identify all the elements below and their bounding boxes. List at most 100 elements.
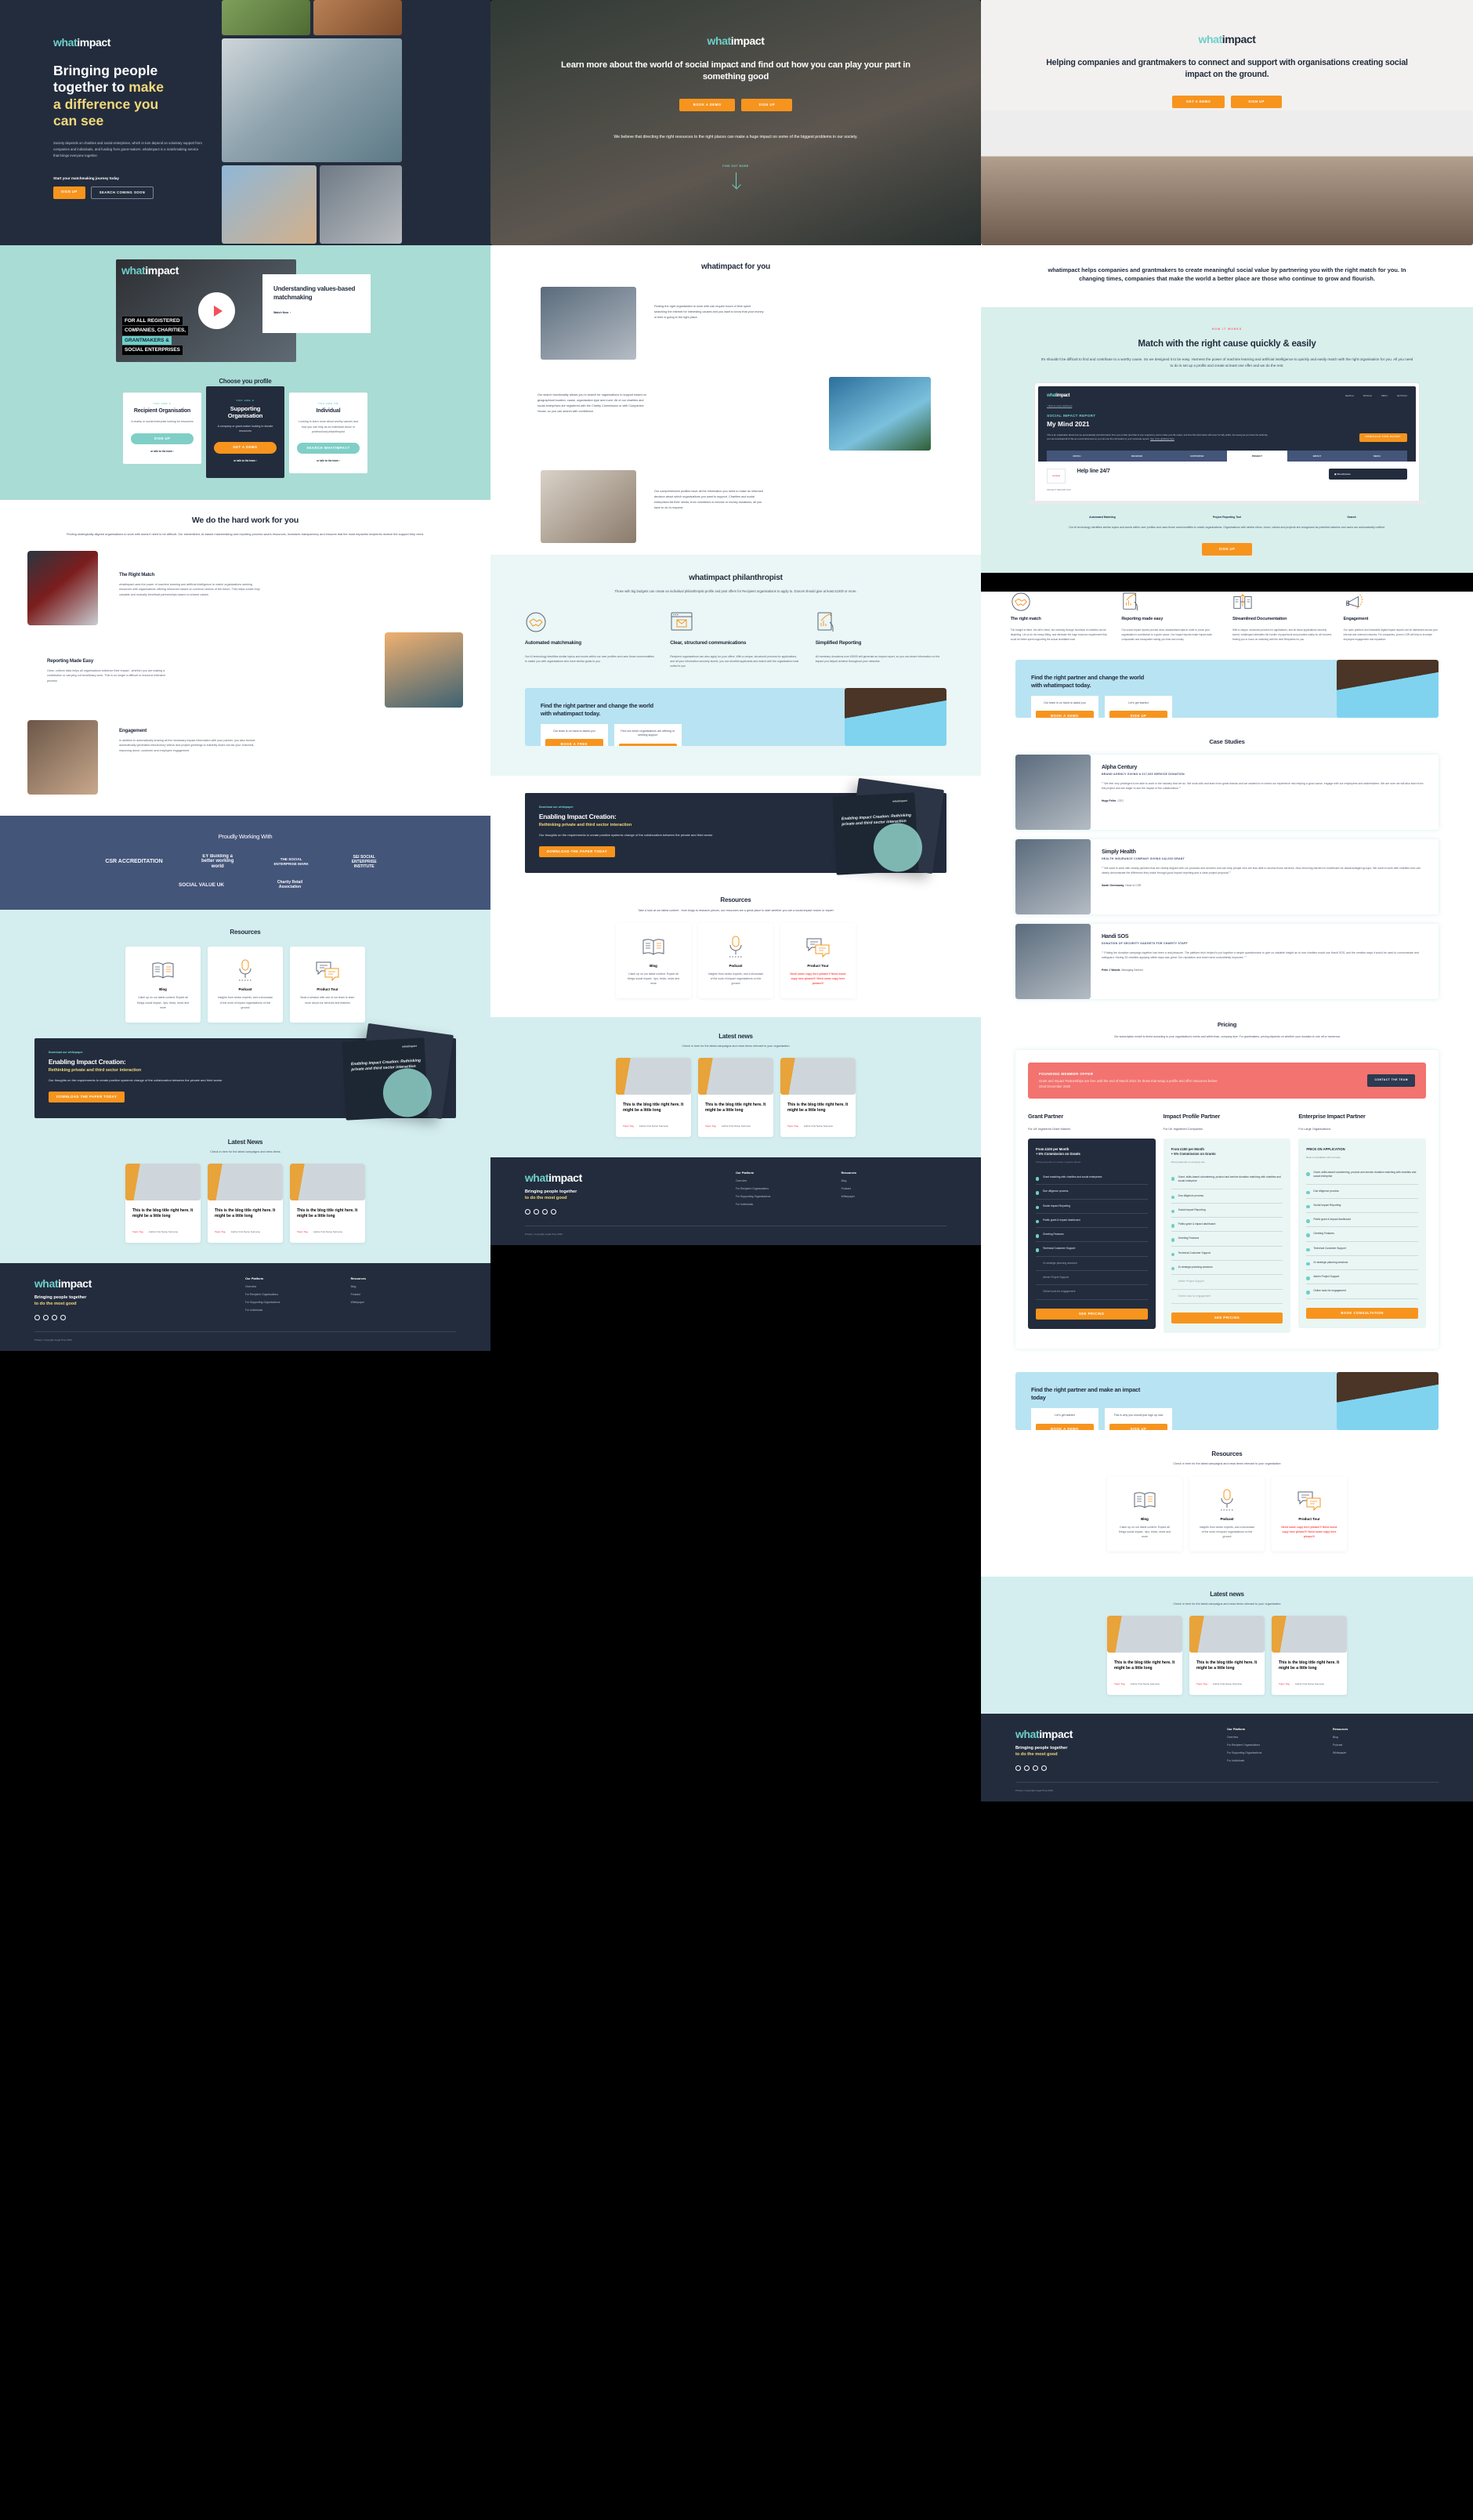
news-tag[interactable]: Topic Tag bbox=[1114, 1682, 1125, 1685]
tab-project[interactable]: PROJECT bbox=[1227, 451, 1287, 462]
instagram-icon[interactable] bbox=[541, 1208, 548, 1215]
profile-card-supporting[interactable]: YOU ARE A Supporting Organisation A comp… bbox=[206, 386, 284, 478]
breadcrumb[interactable]: < Back to impact dashboard bbox=[1047, 405, 1407, 407]
tab-impact[interactable]: IMPACT bbox=[1287, 451, 1348, 462]
book-demo-button[interactable]: BOOK A DEMO bbox=[679, 98, 736, 111]
footer-link[interactable]: Overview bbox=[736, 1179, 841, 1182]
news-card[interactable]: This is the blog title right here. It mi… bbox=[1106, 1616, 1182, 1696]
signup-button[interactable]: SIGN UP bbox=[53, 186, 85, 200]
book-demo-button[interactable]: BOOK A DEMO bbox=[1035, 711, 1094, 718]
talk-to-team-link[interactable]: or talk to the team › bbox=[214, 459, 277, 462]
search-coming-soon-button[interactable]: SEARCH COMING SOON bbox=[90, 186, 154, 200]
news-tag[interactable]: Topic Tag bbox=[1196, 1682, 1207, 1685]
resource-card-product-tour[interactable]: Product Tour Need some copy here please!… bbox=[1271, 1475, 1347, 1552]
resource-card-blog[interactable]: Blog Catch up on our latest content. Exp… bbox=[1106, 1475, 1182, 1552]
footer-link[interactable]: Podcast bbox=[1333, 1743, 1439, 1747]
signup-button[interactable]: SIGN UP bbox=[1231, 96, 1282, 109]
resource-card-podcast[interactable]: Podcast Insights from sector experts, an… bbox=[697, 922, 773, 999]
get-demo-button[interactable]: GET A DEMO bbox=[1172, 96, 1225, 109]
resource-card-product-tour[interactable]: Product Tour Need some copy here please!… bbox=[780, 922, 856, 999]
play-icon[interactable] bbox=[198, 292, 235, 329]
get-a-demo-button[interactable]: GET A DEMO bbox=[214, 442, 277, 454]
footer-link[interactable]: For Supporting Organisations bbox=[245, 1301, 351, 1304]
footer-link[interactable]: Whitepaper bbox=[1333, 1751, 1439, 1754]
download-paper-button[interactable]: DOWNLOAD THE PAPER TODAY bbox=[538, 845, 616, 857]
signup-button[interactable]: SIGN UP bbox=[1109, 711, 1167, 718]
linkedin-icon[interactable] bbox=[1015, 1765, 1021, 1772]
logo[interactable]: whatimpact bbox=[981, 33, 1473, 45]
footer-link[interactable]: Blog bbox=[841, 1179, 947, 1182]
footer-link[interactable]: For Recipient Organisations bbox=[736, 1187, 841, 1190]
news-card[interactable]: This is the blog title right here. It mi… bbox=[1271, 1616, 1347, 1696]
resource-card-blog[interactable]: Blog Catch up on our latest content. Exp… bbox=[125, 947, 201, 1023]
footer-link[interactable]: For Individuals bbox=[245, 1309, 351, 1312]
facebook-icon[interactable] bbox=[1023, 1765, 1030, 1772]
news-tag[interactable]: Topic Tag bbox=[1279, 1682, 1290, 1685]
case-study-card[interactable]: Simply Health HEALTH INSURANCE COMPANY G… bbox=[1015, 838, 1439, 914]
signup-button[interactable]: SIGN UP bbox=[741, 98, 793, 111]
footer-link[interactable]: Blog bbox=[1333, 1736, 1439, 1739]
resource-card-podcast[interactable]: Podcast Insights from sector experts, an… bbox=[207, 947, 283, 1023]
facebook-icon[interactable] bbox=[42, 1314, 49, 1320]
tab-media[interactable]: MEDIA bbox=[1347, 451, 1407, 462]
signup-button[interactable]: SIGN UP bbox=[1109, 1423, 1167, 1430]
search-now-button[interactable]: SEARCH NOW bbox=[618, 743, 677, 746]
linkedin-icon[interactable] bbox=[524, 1208, 530, 1215]
twitter-icon[interactable] bbox=[550, 1208, 556, 1215]
news-card[interactable]: This is the blog title right here. It mi… bbox=[207, 1164, 283, 1244]
book-consultation-button[interactable]: BOOK CONSULTATION bbox=[1306, 1307, 1419, 1319]
case-study-card[interactable]: Alpha Century BRAND AGENCY GIVING A £17,… bbox=[1015, 754, 1439, 830]
resource-card-blog[interactable]: Blog Catch up on our latest content. Exp… bbox=[615, 922, 691, 999]
logo[interactable]: whatimpact bbox=[490, 34, 981, 47]
tab-receiver[interactable]: RECEIVER bbox=[1106, 451, 1167, 462]
news-card[interactable]: This is the blog title right here. It mi… bbox=[615, 1058, 691, 1138]
resource-card-podcast[interactable]: Podcast Insights from sector experts, an… bbox=[1189, 1475, 1265, 1552]
news-tag[interactable]: Topic Tag bbox=[705, 1124, 716, 1128]
instagram-icon[interactable] bbox=[1032, 1765, 1038, 1772]
news-card[interactable]: This is the blog title right here. It mi… bbox=[1189, 1616, 1265, 1696]
search-whatimpact-button[interactable]: SEARCH WHATIMPACT bbox=[297, 442, 360, 454]
news-tag[interactable]: Topic Tag bbox=[787, 1124, 798, 1128]
news-tag[interactable]: Topic Tag bbox=[132, 1230, 143, 1233]
instagram-icon[interactable] bbox=[51, 1314, 57, 1320]
book-demo-button[interactable]: BOOK A DEMO bbox=[1035, 1423, 1094, 1430]
footer-link[interactable]: For Recipient Organisations bbox=[245, 1293, 351, 1296]
see-pricing-button[interactable]: SEE PRICING bbox=[1171, 1312, 1283, 1323]
app-nav-search[interactable]: SEARCH bbox=[1345, 395, 1354, 397]
footer-link[interactable]: Overview bbox=[1227, 1736, 1333, 1739]
news-tag[interactable]: Topic Tag bbox=[297, 1230, 308, 1233]
footer-link[interactable]: Overview bbox=[245, 1285, 351, 1288]
footer-link[interactable]: Whitepaper bbox=[841, 1195, 947, 1198]
app-nav-settings[interactable]: SETTINGS bbox=[1397, 395, 1407, 397]
news-card[interactable]: This is the blog title right here. It mi… bbox=[780, 1058, 856, 1138]
tab-supporter[interactable]: SUPPORTER bbox=[1167, 451, 1227, 462]
download-paper-button[interactable]: DOWNLOAD THE PAPER TODAY bbox=[48, 1091, 125, 1103]
download-report-button[interactable]: DOWNLOAD YOUR REPORT bbox=[1359, 433, 1407, 443]
logo[interactable]: whatimpact bbox=[53, 36, 204, 49]
app-nav-profile[interactable]: PROFILE bbox=[1363, 395, 1372, 397]
signup-button[interactable]: SIGN UP bbox=[1201, 543, 1253, 556]
footer-link[interactable]: For Individuals bbox=[736, 1203, 841, 1206]
recipient-signup-button[interactable]: SIGN UP bbox=[131, 433, 194, 444]
linkedin-icon[interactable] bbox=[34, 1314, 40, 1320]
talk-to-team-link[interactable]: or talk to the team › bbox=[297, 459, 360, 462]
footer-link[interactable]: Whitepaper bbox=[351, 1301, 457, 1304]
footer-link[interactable]: For Supporting Organisations bbox=[1227, 1751, 1333, 1754]
resource-card-product-tour[interactable]: Product Tour Book a session with one of … bbox=[289, 947, 365, 1023]
contact-team-button[interactable]: CONTACT THE TEAM bbox=[1367, 1074, 1416, 1087]
profile-card-recipient[interactable]: YOU ARE A Recipient Organisation A chari… bbox=[123, 393, 201, 464]
footer-logo[interactable]: whatimpact bbox=[1015, 1728, 1227, 1740]
footer-link[interactable]: Podcast bbox=[351, 1293, 457, 1296]
twitter-icon[interactable] bbox=[60, 1314, 66, 1320]
footer-link[interactable]: For Individuals bbox=[1227, 1759, 1333, 1762]
news-card[interactable]: This is the blog title right here. It mi… bbox=[125, 1164, 201, 1244]
tab-match[interactable]: MATCH bbox=[1047, 451, 1107, 462]
find-out-more-link[interactable]: FIND OUT MORE bbox=[490, 165, 981, 168]
news-tag[interactable]: Topic Tag bbox=[215, 1230, 226, 1233]
news-card[interactable]: This is the blog title right here. It mi… bbox=[697, 1058, 773, 1138]
news-card[interactable]: This is the blog title right here. It mi… bbox=[289, 1164, 365, 1244]
watch-now-link[interactable]: Watch Now › bbox=[273, 311, 360, 314]
case-study-card[interactable]: Handi SOS DONATION OF SECURITY GADGETS F… bbox=[1015, 923, 1439, 999]
twitter-icon[interactable] bbox=[1041, 1765, 1047, 1772]
footer-link[interactable]: Blog bbox=[351, 1285, 457, 1288]
